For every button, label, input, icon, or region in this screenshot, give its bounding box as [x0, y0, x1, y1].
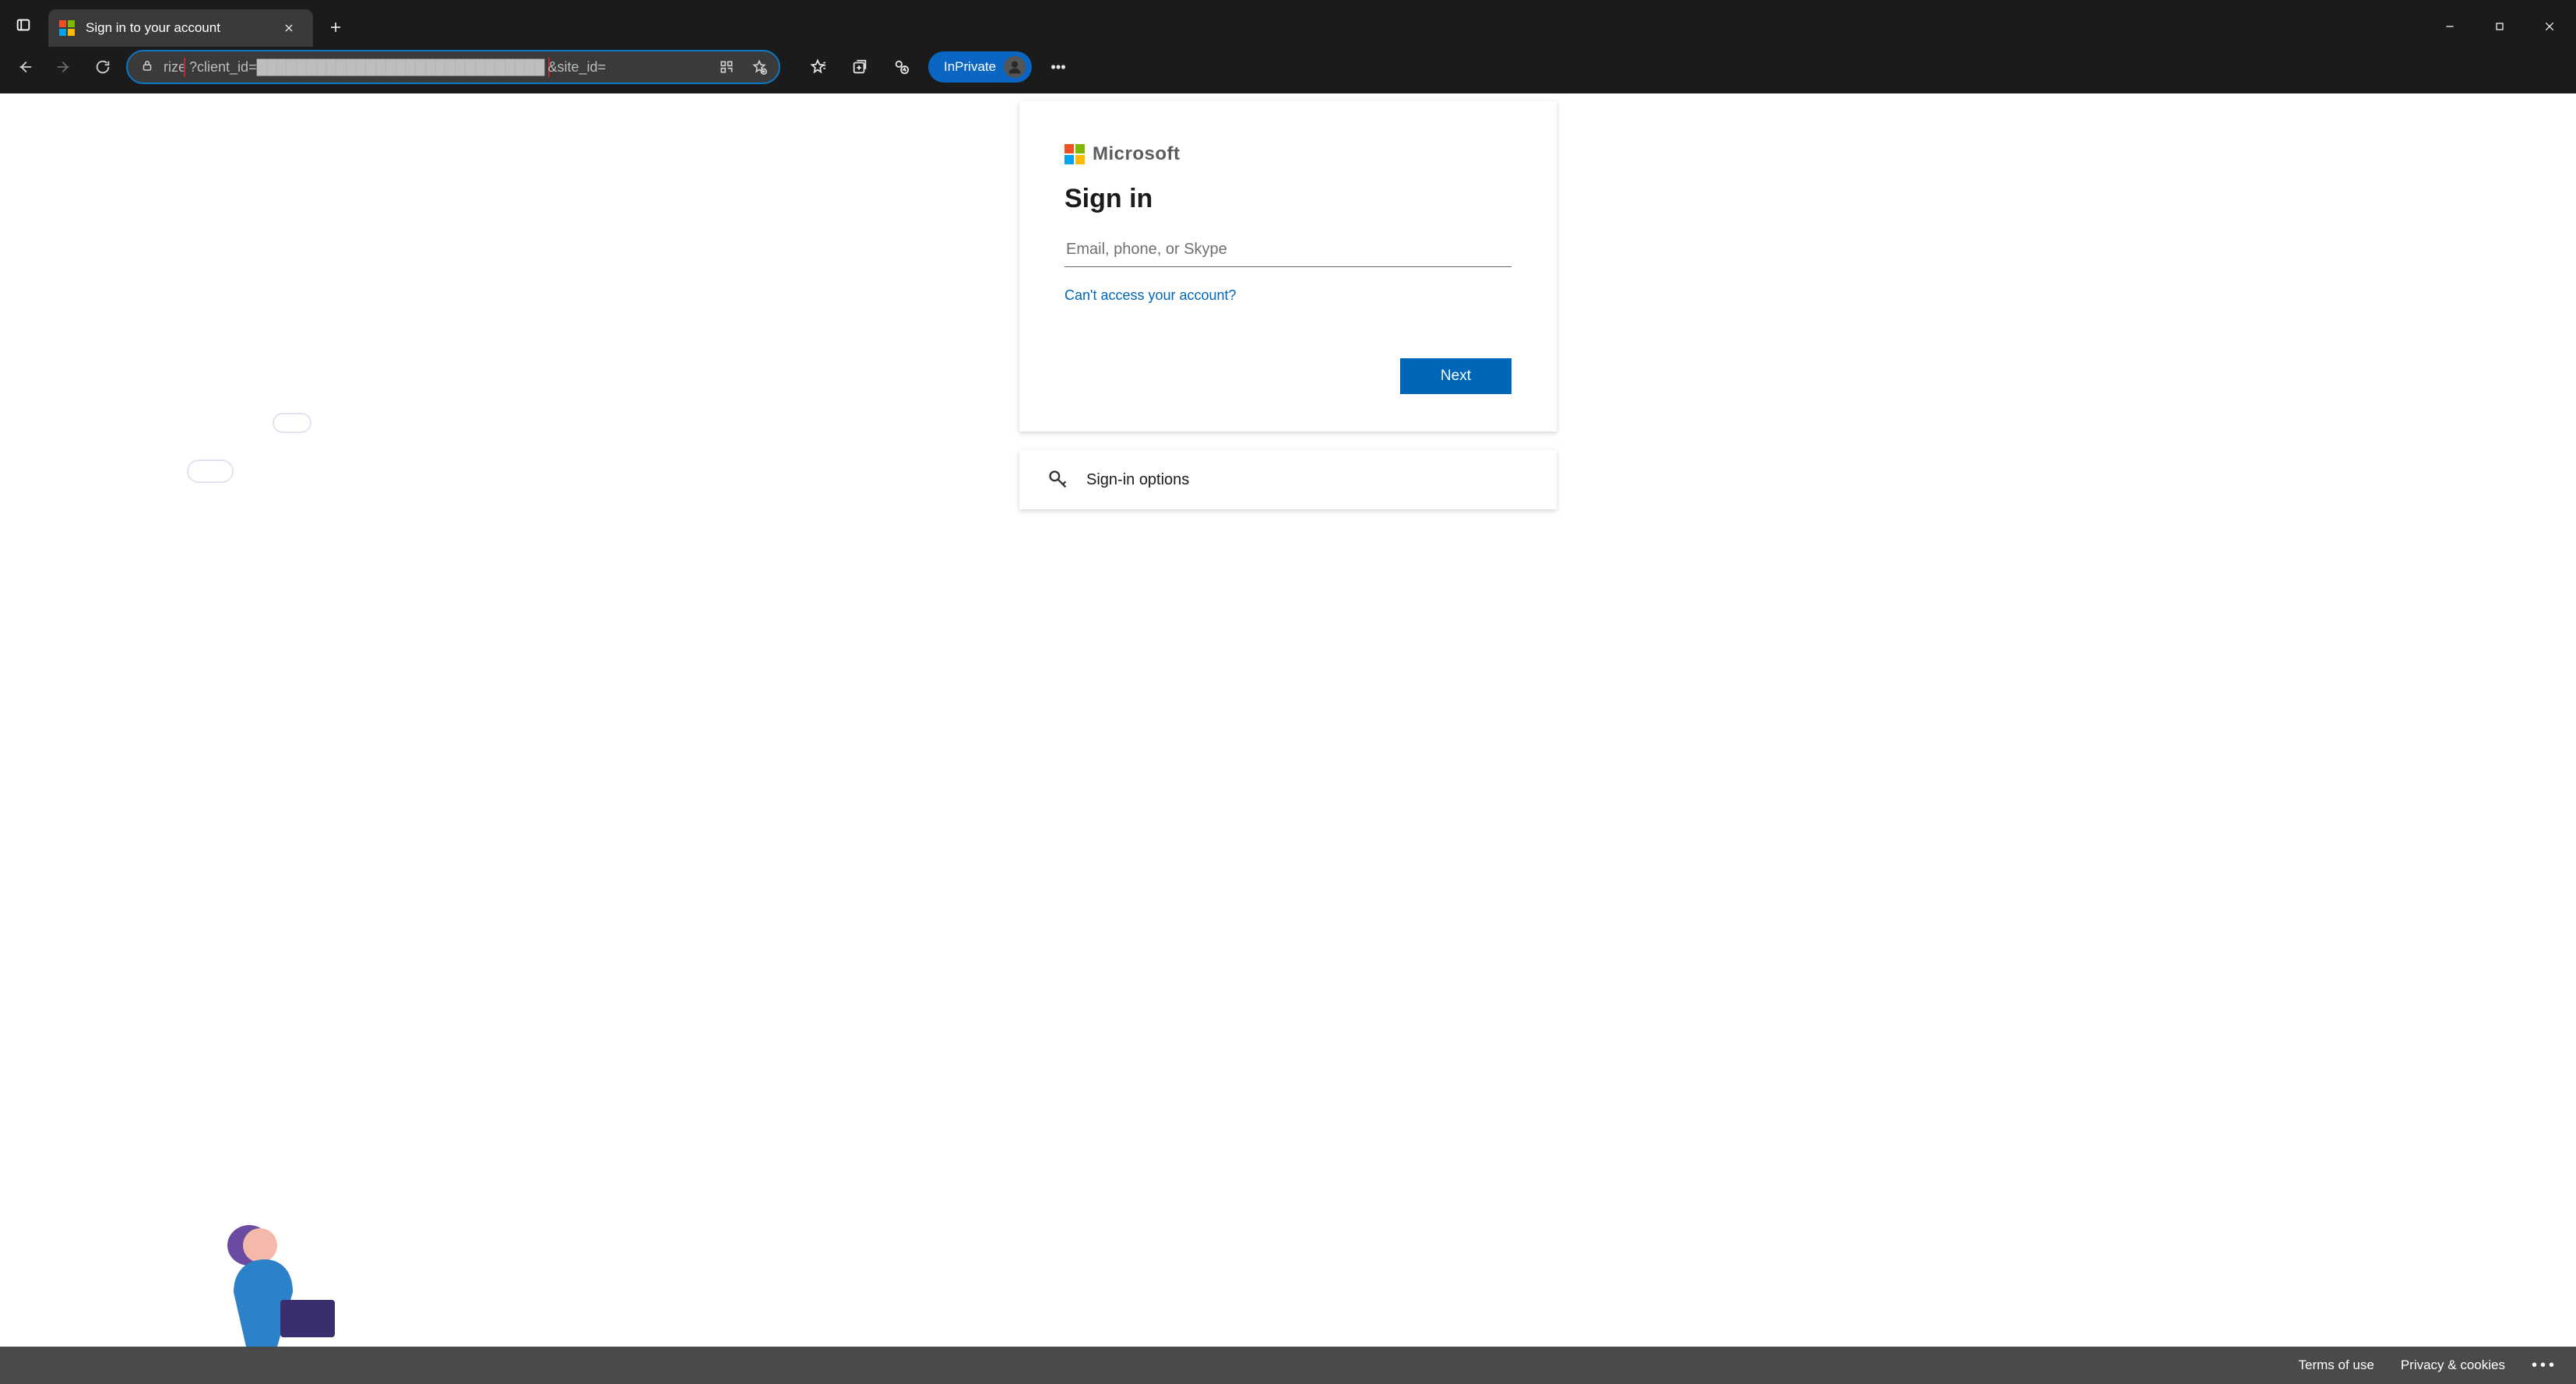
window-close-button[interactable] [2528, 11, 2571, 42]
lock-icon [140, 58, 154, 72]
address-bar-url: rize?client_id=█████████████████████████… [164, 58, 706, 77]
collections-icon [851, 58, 868, 76]
heart-pulse-icon [893, 58, 910, 76]
site-info-button[interactable] [140, 58, 154, 76]
qr-code-button[interactable] [715, 55, 738, 79]
window-controls [2428, 11, 2571, 47]
tab-title: Sign in to your account [86, 20, 268, 36]
browser-essentials-button[interactable] [886, 51, 917, 83]
minimize-icon [2444, 20, 2456, 33]
inprivate-indicator[interactable]: InPrivate [928, 51, 1032, 83]
qr-icon [719, 59, 734, 75]
page-footer: Terms of use Privacy & cookies ••• [0, 1347, 2576, 1384]
new-tab-button[interactable] [319, 11, 352, 44]
microsoft-logo-icon [1065, 144, 1085, 164]
tab-actions-button[interactable] [8, 9, 39, 40]
page-viewport: Microsoft Sign in Can't access your acco… [0, 93, 2576, 1347]
arrow-left-icon [16, 58, 33, 76]
toolbar: rize?client_id=█████████████████████████… [0, 47, 2576, 93]
inprivate-label: InPrivate [944, 59, 996, 75]
arrow-right-icon [55, 58, 72, 76]
url-redacted-segment: ?client_id=█████████████████████████████ [186, 58, 547, 77]
window-maximize-button[interactable] [2478, 11, 2521, 42]
refresh-icon [94, 58, 111, 76]
toolbar-right: InPrivate [802, 51, 1074, 83]
more-horizontal-icon [1050, 58, 1067, 76]
cant-access-account-link[interactable]: Can't access your account? [1065, 287, 1237, 304]
decorative-cloud-icon [187, 460, 234, 483]
signin-heading: Sign in [1065, 184, 1511, 214]
active-tab[interactable]: Sign in to your account [48, 9, 313, 47]
signin-options-label: Sign-in options [1086, 471, 1189, 489]
signin-options-button[interactable]: Sign-in options [1019, 450, 1557, 509]
url-suffix: &site_id= [547, 59, 606, 75]
settings-menu-button[interactable] [1043, 51, 1074, 83]
login-identifier-input[interactable] [1065, 234, 1511, 267]
favorites-button[interactable] [802, 51, 833, 83]
url-prefix: rize [164, 59, 186, 75]
footer-more-button[interactable]: ••• [2532, 1357, 2557, 1375]
profile-avatar-icon [1004, 56, 1026, 78]
star-list-icon [809, 58, 826, 76]
nav-forward-button[interactable] [48, 51, 79, 83]
tab-actions-icon [15, 16, 32, 33]
nav-back-button[interactable] [9, 51, 40, 83]
microsoft-wordmark: Microsoft [1093, 143, 1181, 165]
window-minimize-button[interactable] [2428, 11, 2472, 42]
nav-refresh-button[interactable] [87, 51, 118, 83]
tab-close-button[interactable] [279, 18, 299, 38]
add-favorite-button[interactable] [748, 55, 771, 79]
next-button[interactable]: Next [1400, 358, 1511, 394]
privacy-cookies-link[interactable]: Privacy & cookies [2401, 1358, 2505, 1373]
decorative-illustration-icon [179, 1199, 350, 1347]
close-icon [2543, 20, 2556, 33]
plus-icon [329, 20, 343, 34]
address-bar[interactable]: rize?client_id=█████████████████████████… [126, 50, 780, 84]
star-plus-icon [751, 59, 767, 75]
microsoft-logo: Microsoft [1065, 143, 1511, 165]
decorative-cloud-icon [273, 413, 311, 433]
signin-card: Microsoft Sign in Can't access your acco… [1019, 101, 1557, 431]
close-icon [283, 23, 294, 33]
terms-of-use-link[interactable]: Terms of use [2299, 1358, 2374, 1373]
maximize-icon [2493, 20, 2506, 33]
collections-button[interactable] [844, 51, 875, 83]
key-icon [1047, 469, 1069, 491]
microsoft-favicon-icon [59, 20, 75, 36]
titlebar: Sign in to your account [0, 0, 2576, 47]
browser-chrome: Sign in to your account [0, 0, 2576, 93]
